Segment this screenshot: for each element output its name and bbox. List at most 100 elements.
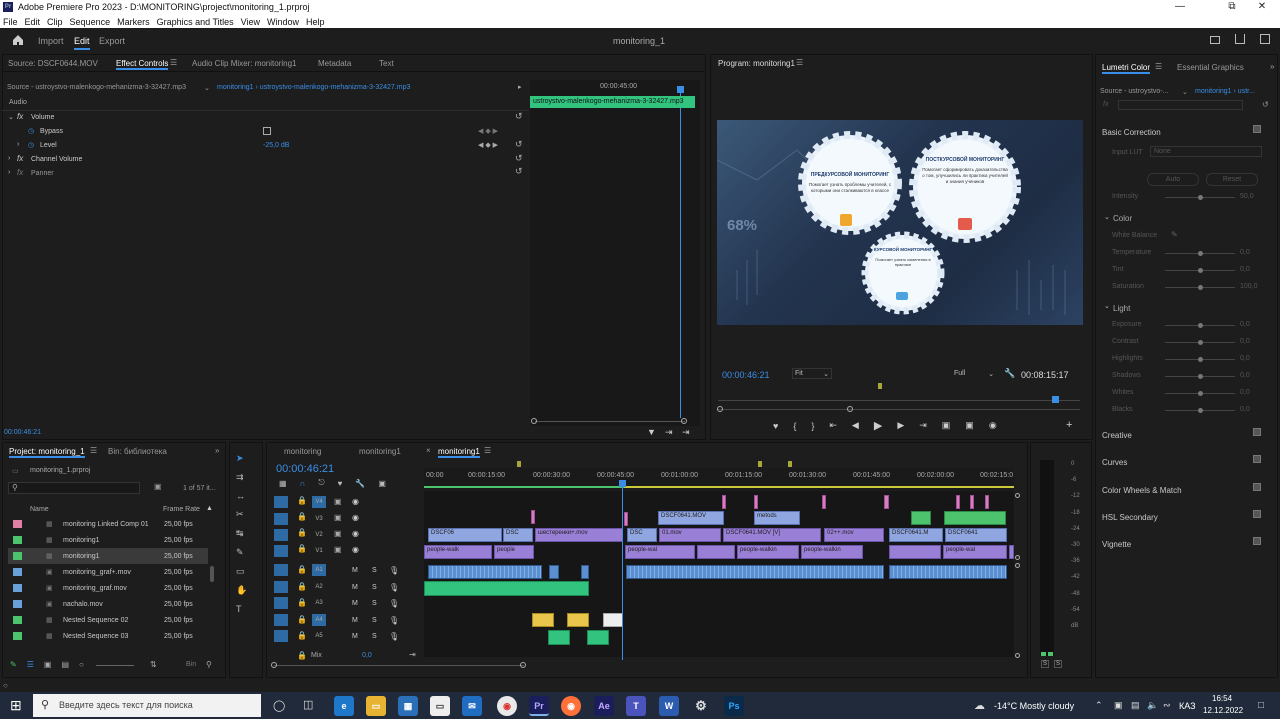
- lock-icon[interactable]: 🔒: [297, 582, 307, 593]
- add-marker-icon[interactable]: ♥: [338, 479, 343, 488]
- mail-icon[interactable]: ✉: [462, 696, 482, 716]
- linked-select-icon[interactable]: ⎋: [318, 478, 324, 488]
- program-timecode[interactable]: 00:00:46:21: [722, 370, 770, 380]
- panel-menu-icon[interactable]: ☰: [484, 446, 491, 455]
- clip[interactable]: [697, 545, 735, 559]
- temperature-value[interactable]: 0,0: [1240, 249, 1250, 256]
- chevron-down-icon[interactable]: ⌄: [1182, 88, 1188, 96]
- bin-icon[interactable]: Bin: [186, 661, 196, 668]
- tab-audio-mixer[interactable]: Audio Clip Mixer: monitoring1: [192, 59, 297, 68]
- razor-icon[interactable]: ✂: [236, 509, 247, 520]
- share-icon[interactable]: [1235, 34, 1245, 44]
- ripple-edit-icon[interactable]: ↔: [236, 491, 247, 501]
- eyedropper-icon[interactable]: ✎: [1171, 230, 1178, 239]
- menu-help[interactable]: Help: [306, 17, 325, 27]
- clip[interactable]: people-walkin: [801, 545, 863, 559]
- clip[interactable]: [884, 495, 889, 509]
- sync-lock-icon[interactable]: ▣: [334, 529, 342, 539]
- more-icon[interactable]: »: [1270, 62, 1274, 71]
- tab-edit[interactable]: Edit: [74, 36, 90, 50]
- toggle-icon[interactable]: ⇥: [682, 427, 690, 438]
- clip[interactable]: [956, 495, 960, 509]
- solo-button[interactable]: S: [372, 583, 377, 594]
- list-item[interactable]: ▦ monitoring1 25,00 fps: [8, 548, 208, 564]
- snap-icon[interactable]: ∩: [300, 479, 306, 488]
- audio-clip[interactable]: [428, 565, 542, 579]
- wrench-icon[interactable]: 🔧: [1004, 368, 1015, 379]
- exposure-slider[interactable]: [1165, 323, 1235, 328]
- track-label[interactable]: A4: [312, 614, 326, 626]
- whites-slider[interactable]: [1165, 391, 1235, 396]
- label-swatch[interactable]: [13, 536, 22, 544]
- slider-knob[interactable]: [1198, 340, 1203, 345]
- cortana-icon[interactable]: ◯: [273, 699, 285, 712]
- store-icon[interactable]: ▦: [398, 696, 418, 716]
- audio-clip[interactable]: [424, 581, 589, 596]
- settings-gear-icon[interactable]: ⚙: [691, 696, 711, 716]
- sequence-clip-label[interactable]: monitoring1 › ustroystvo-malenkogo-mehan…: [217, 84, 410, 91]
- tab-project[interactable]: Project: monitoring_1: [9, 447, 85, 458]
- new-bin-icon[interactable]: ▣: [154, 482, 162, 491]
- weather-text[interactable]: -14°C Mostly cloudy: [994, 701, 1074, 711]
- playhead-icon[interactable]: [1052, 396, 1059, 403]
- col-frame-rate[interactable]: Frame Rate: [163, 506, 200, 513]
- stopwatch-icon[interactable]: ◷: [28, 127, 34, 135]
- contrast-value[interactable]: 0,0: [1240, 338, 1250, 345]
- hsl-checkbox[interactable]: [1253, 510, 1261, 518]
- hand-icon[interactable]: ✋: [236, 585, 247, 596]
- close-tab-icon[interactable]: ×: [426, 446, 431, 455]
- icon-view-icon[interactable]: ▣: [44, 660, 52, 669]
- bypass-checkbox[interactable]: [263, 127, 271, 135]
- label-swatch[interactable]: [13, 584, 22, 592]
- solo-left-button[interactable]: S: [1041, 660, 1049, 668]
- teams-icon[interactable]: T: [626, 696, 646, 716]
- menu-edit[interactable]: Edit: [25, 17, 41, 27]
- clip[interactable]: [911, 511, 931, 525]
- reset-icon[interactable]: ↺: [515, 166, 523, 177]
- menu-file[interactable]: File: [3, 17, 18, 27]
- eye-icon[interactable]: ◉: [352, 513, 359, 523]
- vscroll-handle[interactable]: [1015, 493, 1020, 498]
- extract-icon[interactable]: ▣: [965, 420, 974, 431]
- step-back-icon[interactable]: ◀: [852, 420, 859, 431]
- menu-sequence[interactable]: Sequence: [70, 17, 111, 27]
- vscroll-handle[interactable]: [1015, 563, 1020, 568]
- marker-icon[interactable]: [788, 461, 792, 467]
- workspace-icon[interactable]: [1210, 36, 1220, 44]
- hsl-header[interactable]: HSL Secondary: [1102, 513, 1158, 522]
- timeline-tab[interactable]: monitoring: [284, 447, 321, 456]
- photoshop-icon[interactable]: Ps: [724, 696, 744, 716]
- lock-icon[interactable]: 🔒: [297, 631, 307, 642]
- col-name[interactable]: Name: [30, 506, 49, 513]
- premiere-icon[interactable]: Pr: [529, 696, 549, 716]
- list-item[interactable]: ▦ Nested Sequence 03 25,00 fps: [8, 628, 208, 644]
- clip[interactable]: [531, 510, 535, 524]
- expand-icon[interactable]: ›: [17, 141, 19, 148]
- eye-icon[interactable]: ◉: [352, 497, 359, 507]
- network-icon[interactable]: ▤: [1131, 700, 1140, 711]
- clip[interactable]: [822, 495, 826, 509]
- shadows-value[interactable]: 0,0: [1240, 372, 1250, 379]
- shadows-slider[interactable]: [1165, 374, 1235, 379]
- blacks-slider[interactable]: [1165, 408, 1235, 413]
- minimize-button[interactable]: —: [1160, 0, 1200, 15]
- mark-in-icon[interactable]: {: [793, 421, 796, 431]
- clip[interactable]: DSCF06: [428, 528, 502, 542]
- clip[interactable]: [624, 512, 628, 526]
- scroll-handle[interactable]: [681, 418, 687, 424]
- audio-clip[interactable]: [603, 613, 623, 627]
- audio-clip[interactable]: [581, 565, 589, 579]
- list-item[interactable]: ▣ nachalo.mov 25,00 fps: [8, 596, 208, 612]
- list-item[interactable]: ▣ monitoring_graf+.mov 25,00 fps: [8, 564, 208, 580]
- slider-knob[interactable]: [1198, 408, 1203, 413]
- mute-button[interactable]: M: [352, 566, 358, 577]
- tab-export[interactable]: Export: [99, 36, 125, 46]
- step-forward-icon[interactable]: ▶: [897, 420, 904, 431]
- tab-lumetri[interactable]: Lumetri Color: [1102, 63, 1151, 74]
- clip[interactable]: people-wal: [625, 545, 695, 559]
- solo-button[interactable]: S: [372, 566, 377, 577]
- source-clip-label[interactable]: Source - ustroystvo-malenkogo-mehanizma-…: [7, 84, 186, 91]
- firefox-icon[interactable]: ◉: [561, 696, 581, 716]
- vscroll-handle[interactable]: [1015, 555, 1020, 560]
- export-icon[interactable]: ⇥: [665, 427, 673, 438]
